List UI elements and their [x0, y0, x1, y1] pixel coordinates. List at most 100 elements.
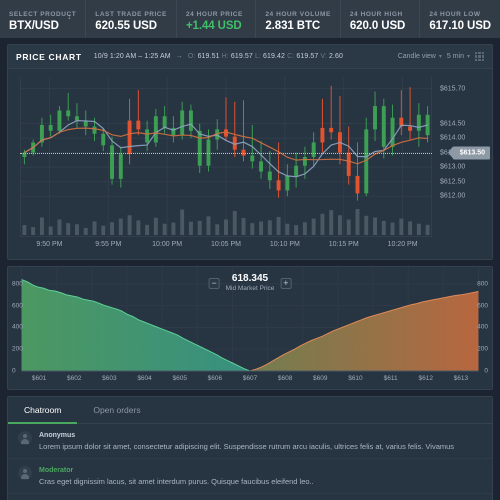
time-axis-tick: 10:00 PM	[152, 241, 183, 248]
plot-border	[20, 77, 432, 237]
depth-axis-tick: 800	[477, 280, 488, 288]
ohlc-l-label: L:	[254, 53, 261, 60]
chat-message-text: Lorem ipsum dolor sit amet, consectetur …	[39, 442, 455, 451]
depth-price-tick: $604	[137, 375, 152, 382]
price-chart-body[interactable]: $615.70 $614.50 $614.00 $613.50 $613.00 $612.…	[8, 69, 492, 259]
ticker-value: 620.0 USD	[349, 19, 406, 32]
depth-axis-tick: 0	[484, 367, 488, 375]
ticker-cell-24-hour-low: 24 HOUR LOW 617.10 USD	[420, 0, 500, 38]
ticker-cell-24-hour-price: 24 HOUR PRICE +1.44 USD	[177, 0, 257, 38]
depth-price-tick: $601	[31, 375, 47, 382]
current-price-flag: $613.50	[447, 146, 490, 160]
time-axis-tick: 9:50 PM	[36, 241, 63, 248]
ohlc-o-label: O:	[187, 53, 196, 60]
time-axis-tick: 10:10 PM	[269, 241, 300, 248]
depth-axis-tick: 800	[12, 280, 23, 288]
page-content: PRICE CHART 10/9 1:20 AM – 1:25 AM → O: …	[0, 38, 500, 500]
price-axis-tick: $615.70	[440, 85, 466, 93]
chat-message-text: Cras eget dignissim lacus, sit amet inte…	[39, 477, 314, 486]
ohlc-v-label: V:	[320, 53, 327, 60]
ohlc-arrow-icon: →	[175, 53, 183, 60]
time-axis-tick: 10:15 PM	[328, 241, 359, 248]
depth-price-axis: $601 $602 $603 $604 $605 $606 $607 $608 $609 $610…	[8, 375, 492, 387]
ticker-label: LAST TRADE PRICE	[95, 10, 167, 18]
price-axis-tick: $614.00	[440, 134, 466, 142]
mid-market-price-control: − 618.345 Mid Market Price +	[208, 273, 292, 293]
chart-interval-label: 5 min	[446, 53, 464, 60]
ticker-bar: SELECT PRODUCT BTX/USD ↕ LAST TRADE PRIC…	[0, 0, 500, 38]
ticker-value: 617.10 USD	[429, 19, 491, 32]
depth-price-tick: $603	[102, 375, 117, 382]
depth-price-tick: $610	[348, 375, 363, 382]
ticker-value: 2.831 BTC	[265, 19, 321, 32]
chart-view-mode-label: Candle view	[397, 53, 436, 60]
time-axis: 9:50 PM 9:55 PM 10:00 PM 10:05 PM 10:10 PM 10…	[20, 241, 432, 255]
price-chart-title: PRICE CHART	[16, 51, 82, 62]
avatar	[18, 466, 32, 480]
chat-message: Anonymus Lorem ipsum dolor sit amet, con…	[8, 424, 492, 459]
depth-axis-tick: 600	[12, 302, 23, 310]
chat-message: Moderator Cras eget dignissim lacus, sit…	[8, 459, 492, 494]
chat-card: Chatroom Open orders Anonymus Lorem ipsu…	[7, 396, 493, 500]
tab-chatroom[interactable]: Chatroom	[8, 397, 78, 424]
chat-message-author: Moderator	[39, 467, 74, 474]
chat-message-body: Anonymus Lorem ipsum dolor sit amet, con…	[39, 430, 482, 453]
price-axis-tick: $612.00	[440, 192, 466, 200]
ticker-label: SELECT PRODUCT	[9, 10, 77, 18]
price-axis-tick: $613.00	[440, 163, 466, 171]
ticker-value: 620.55 USD	[95, 19, 157, 32]
select-product-caret-icon[interactable]: ↕	[67, 13, 71, 21]
ticker-label: 24 HOUR HIGH	[349, 10, 403, 18]
time-axis-tick: 10:20 PM	[387, 241, 418, 248]
zoom-in-button[interactable]: +	[280, 277, 292, 289]
ticker-value: BTX/USD	[9, 19, 59, 32]
depth-price-tick: $612	[418, 375, 433, 382]
depth-price-tick: $602	[67, 375, 82, 382]
chat-tabs: Chatroom Open orders	[8, 397, 492, 424]
depth-price-tick: $613	[453, 375, 469, 382]
depth-price-tick: $607	[242, 375, 258, 382]
depth-price-tick: $608	[277, 375, 293, 382]
ohlc-range: 10/9 1:20 AM – 1:25 AM	[93, 53, 171, 60]
depth-price-tick: $609	[313, 375, 328, 382]
depth-axis-tick: 200	[12, 345, 23, 353]
ticker-label: 24 HOUR LOW	[429, 10, 481, 18]
depth-chart-card: − 618.345 Mid Market Price + 0 200 400 600 8…	[7, 266, 493, 390]
grid-layout-icon[interactable]	[475, 52, 484, 61]
mid-market-price-label: Mid Market Price	[225, 285, 275, 292]
chat-message: James Patrick Lorem ipsum dolor sit amet…	[8, 494, 492, 500]
time-axis-tick: 10:05 PM	[211, 241, 241, 248]
depth-axis-tick: 200	[477, 345, 488, 353]
ticker-cell-select-product[interactable]: SELECT PRODUCT BTX/USD ↕	[0, 0, 87, 38]
chat-message-list[interactable]: Anonymus Lorem ipsum dolor sit amet, con…	[8, 424, 492, 500]
depth-price-tick: $605	[172, 375, 187, 382]
depth-price-tick: $606	[207, 375, 223, 382]
ohlc-c-value: 619.57	[296, 53, 319, 60]
zoom-out-button[interactable]: −	[208, 277, 220, 289]
price-axis-tick: $614.50	[440, 120, 466, 128]
depth-axis-tick: 600	[477, 302, 488, 310]
ohlc-h-value: 619.57	[230, 53, 253, 60]
depth-axis-tick: 400	[477, 323, 488, 331]
mid-market-price-text: 618.345 Mid Market Price	[226, 273, 275, 293]
chart-view-mode-select[interactable]: Candle view ▾	[398, 53, 442, 60]
candlestick-plot-area[interactable]	[20, 77, 432, 237]
price-chart-header: PRICE CHART 10/9 1:20 AM – 1:25 AM → O: …	[8, 45, 492, 69]
mid-market-price-value: 618.345	[231, 273, 269, 284]
depth-axis-tick: 0	[12, 367, 16, 375]
chart-interval-select[interactable]: 5 min ▾	[447, 53, 470, 60]
depth-price-tick: $611	[383, 375, 398, 382]
depth-chart-body[interactable]: − 618.345 Mid Market Price + 0 200 400 600 8…	[8, 267, 492, 389]
tab-open-orders[interactable]: Open orders	[77, 397, 156, 423]
price-chart-controls: Candle view ▾ 5 min ▾	[398, 52, 484, 61]
chevron-down-icon: ▾	[438, 54, 442, 60]
ohlc-c-label: C:	[287, 53, 295, 60]
avatar	[18, 431, 32, 445]
price-chart-ohlc-readout: 10/9 1:20 AM – 1:25 AM → O: 619.51 H: 61…	[94, 53, 343, 60]
ticker-label: 24 HOUR PRICE	[185, 10, 243, 18]
ticker-cell-24-hour-high: 24 HOUR HIGH 620.0 USD	[341, 0, 421, 38]
ticker-cell-24-hour-volume: 24 HOUR VOLUME 2.831 BTC	[256, 0, 341, 38]
ticker-label: 24 HOUR VOLUME	[265, 10, 331, 18]
depth-axis-tick: 400	[12, 323, 23, 331]
current-price-dotted-line	[20, 152, 432, 154]
